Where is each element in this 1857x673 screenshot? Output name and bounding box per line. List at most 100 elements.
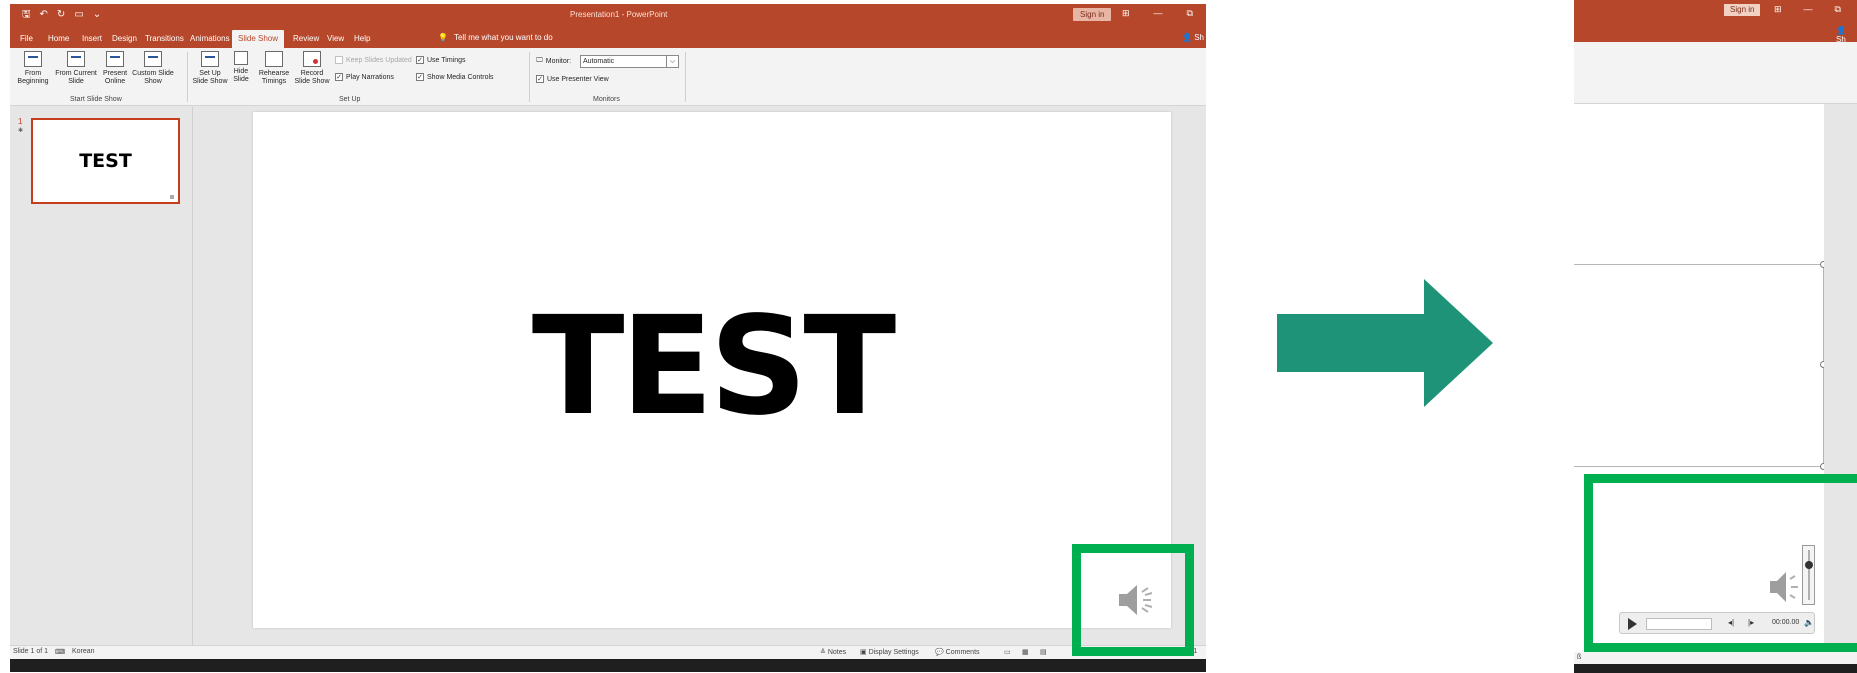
from-current-slide-label: From Current Slide (55, 70, 97, 85)
slide-title[interactable]: TEST (253, 297, 1171, 437)
from-beginning-button[interactable]: From Beginning (14, 51, 52, 86)
tab-review[interactable]: Review (287, 30, 325, 48)
hide-slide-button[interactable]: Hide Slide (230, 51, 252, 84)
slide-thumbnail-pane: 1 ✱ TEST (10, 107, 193, 645)
comments-button[interactable]: 💬 Comments (935, 648, 980, 656)
normal-view-icon[interactable]: ▭ (1004, 648, 1011, 656)
reading-view-icon[interactable]: ▤ (1040, 648, 1047, 656)
status-bar: Slide 1 of 1 ⌨ Korean ≙ Notes ▣ Display … (10, 645, 1206, 659)
restore-button[interactable]: ⧉ (1835, 4, 1841, 15)
record-slide-show-label: Record Slide Show (294, 70, 330, 85)
zoom-tabs-bar: 👤 Sh (1574, 22, 1857, 44)
tell-me-box[interactable]: 💡 Tell me what you want to do (438, 33, 553, 42)
slide-canvas[interactable]: TEST (253, 112, 1171, 628)
minimize-button[interactable]: — (1804, 4, 1813, 15)
chevron-down-icon: ⌵ (666, 56, 678, 67)
record-slide-show-button[interactable]: Record Slide Show (293, 51, 331, 86)
checkbox-checked: ✓ (536, 75, 544, 83)
highlight-box-right (1584, 474, 1857, 652)
accessibility-icon[interactable]: ⌨ (55, 648, 65, 656)
hide-slide-icon (234, 51, 248, 65)
set-up-slide-show-icon (201, 51, 219, 67)
use-timings-label: Use Timings (427, 56, 466, 64)
redo-icon[interactable]: ↻ (57, 9, 65, 20)
group-separator (187, 52, 188, 102)
tab-file[interactable]: File (14, 30, 39, 48)
custom-slide-show-icon (144, 51, 162, 67)
selection-frame-bottom (1574, 466, 1824, 467)
transition-star-icon: ✱ (18, 128, 24, 134)
from-beginning-icon (24, 51, 42, 67)
restore-button[interactable]: ⧉ (1187, 8, 1193, 19)
qat-more-icon[interactable]: ⌄ (93, 9, 101, 20)
custom-slide-show-button[interactable]: Custom Slide Show (132, 51, 174, 86)
stopwatch-icon (265, 51, 283, 67)
monitor-label: 🖵 Monitor: (536, 57, 571, 65)
highlight-box-left (1072, 544, 1194, 656)
ribbon-display-options-icon[interactable]: ⊞ (1122, 8, 1130, 19)
use-presenter-view-label: Use Presenter View (547, 75, 609, 83)
powerpoint-window: 🖫 ↶ ↻ ▭ ⌄ Presentation1 - PowerPoint Sig… (10, 4, 1206, 672)
show-media-controls-checkbox[interactable]: ✓ Show Media Controls (416, 73, 494, 81)
set-up-slide-show-button[interactable]: Set Up Slide Show (192, 51, 228, 86)
right-arrow-icon (1277, 279, 1493, 407)
lightbulb-icon: 💡 (438, 33, 448, 42)
minimize-button[interactable]: — (1154, 8, 1163, 19)
from-current-slide-button[interactable]: From Current Slide (55, 51, 97, 86)
thumbnail-number: 1 (18, 117, 23, 126)
use-timings-checkbox[interactable]: ✓ Use Timings (416, 56, 466, 64)
save-icon[interactable]: 🖫 (22, 9, 31, 20)
keep-slides-updated-checkbox[interactable]: Keep Slides Updated (335, 56, 412, 64)
ribbon-display-options-icon[interactable]: ⊞ (1774, 4, 1782, 15)
sign-in-button[interactable]: Sign in (1073, 8, 1112, 21)
rehearse-timings-button[interactable]: Rehearse Timings (258, 51, 290, 86)
display-settings-button[interactable]: ▣ Display Settings (860, 648, 919, 656)
checkbox-checked: ✓ (335, 73, 343, 81)
custom-slide-show-label: Custom Slide Show (132, 70, 174, 85)
sign-in-button[interactable]: Sign in (1724, 4, 1761, 16)
slide-thumbnail[interactable]: TEST (31, 118, 180, 204)
play-narrations-label: Play Narrations (346, 73, 394, 81)
share-button[interactable]: 👤 Sh (1182, 33, 1204, 42)
tab-slide-show[interactable]: Slide Show (232, 30, 285, 48)
monitor-label-text: Monitor: (545, 57, 572, 65)
tab-design[interactable]: Design (106, 30, 143, 48)
comparison-figure: 🖫 ↶ ↻ ▭ ⌄ Presentation1 - PowerPoint Sig… (0, 0, 1857, 673)
record-icon (303, 51, 321, 67)
tab-insert[interactable]: Insert (76, 30, 108, 48)
taskbar (10, 659, 1206, 672)
window-controls: ⊞ — ⧉ (1122, 8, 1193, 19)
notes-label: Notes (827, 649, 847, 656)
show-media-controls-label: Show Media Controls (427, 73, 494, 81)
present-online-icon (106, 51, 124, 67)
notes-button[interactable]: ≙ Notes (820, 648, 846, 656)
tab-animations[interactable]: Animations (184, 30, 236, 48)
thumbnail-title: TEST (79, 150, 132, 172)
tab-help[interactable]: Help (348, 30, 376, 48)
slide-sorter-icon[interactable]: ▦ (1022, 648, 1029, 656)
document-title: Presentation1 - PowerPoint (570, 10, 668, 19)
start-from-beginning-icon[interactable]: ▭ (74, 9, 83, 20)
play-narrations-checkbox[interactable]: ✓ Play Narrations (335, 73, 394, 81)
comments-label: Comments (945, 649, 980, 656)
quick-access-toolbar: 🖫 ↶ ↻ ▭ ⌄ (22, 9, 101, 20)
use-presenter-view-checkbox[interactable]: ✓ Use Presenter View (536, 75, 609, 83)
rehearse-timings-label: Rehearse Timings (258, 70, 290, 85)
zoom-title-bar: Sign in ⊞ — ⧉ (1574, 0, 1857, 22)
checkbox-box (335, 56, 343, 64)
tab-home[interactable]: Home (42, 30, 75, 48)
keep-slides-updated-label: Keep Slides Updated (346, 56, 412, 64)
slide-count: Slide 1 of 1 (13, 648, 49, 655)
present-online-label: Present Online (102, 70, 128, 85)
group-label-monitors: Monitors (593, 96, 620, 103)
present-online-button[interactable]: Present Online (100, 51, 130, 86)
language-status[interactable]: Korean (72, 648, 95, 655)
tab-transitions[interactable]: Transitions (139, 30, 190, 48)
checkbox-checked: ✓ (416, 56, 424, 64)
monitor-select[interactable]: Automatic ⌵ (580, 55, 679, 68)
tab-view[interactable]: View (321, 30, 350, 48)
undo-icon[interactable]: ↶ (40, 9, 48, 20)
selection-frame-top (1574, 264, 1824, 265)
group-label-start-slide-show: Start Slide Show (70, 96, 122, 103)
group-label-set-up: Set Up (339, 96, 361, 103)
